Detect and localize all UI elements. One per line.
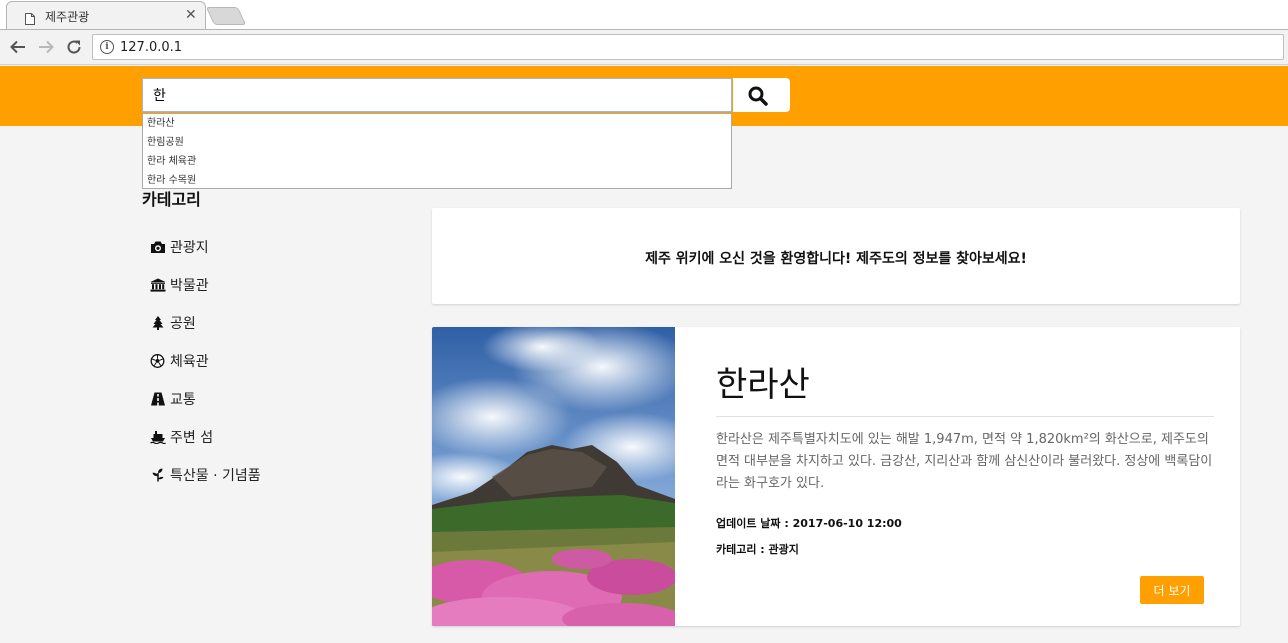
reload-icon[interactable]	[65, 38, 83, 56]
sidebar-item-label: 공원	[170, 316, 196, 332]
updated-date: 업데이트 날짜 : 2017-06-10 12:00	[716, 517, 902, 530]
sidebar-item-label: 주변 섬	[170, 430, 214, 446]
back-arrow-icon[interactable]	[9, 38, 27, 56]
info-icon[interactable]: i	[100, 40, 114, 54]
more-button[interactable]: 더 보기	[1140, 576, 1204, 604]
feature-card: 한라산 한라산은 제주특별자치도에 있는 해발 1,947m, 면적 약 1,8…	[432, 327, 1240, 626]
feature-title: 한라산	[716, 365, 810, 405]
sidebar-item-parks[interactable]: 공원	[150, 313, 196, 333]
plant-icon	[150, 468, 166, 482]
camera-icon	[150, 240, 166, 254]
close-icon[interactable]: ✕	[185, 7, 197, 23]
road-icon	[150, 392, 166, 406]
sidebar-item-museums[interactable]: 박물관	[150, 275, 209, 295]
autocomplete-item[interactable]: 한라산	[143, 114, 731, 133]
museum-icon	[150, 278, 166, 292]
category-label: 카테고리 : 관광지	[716, 543, 799, 556]
tab-title: 제주관광	[45, 10, 90, 24]
url-text: 127.0.0.1	[120, 40, 183, 55]
ship-icon	[150, 430, 166, 444]
browser-tab[interactable]: 제주관광 ✕	[6, 1, 206, 30]
welcome-card: 제주 위키에 오신 것을 환영합니다! 제주도의 정보를 찾아보세요!	[432, 208, 1240, 304]
divider	[716, 416, 1214, 417]
sidebar-item-transport[interactable]: 교통	[150, 389, 196, 409]
search-icon	[748, 86, 768, 106]
sidebar-item-label: 박물관	[170, 278, 209, 294]
document-icon	[25, 10, 35, 25]
autocomplete-item[interactable]: 한림공원	[143, 133, 731, 152]
sidebar-item-nearby-islands[interactable]: 주변 섬	[150, 427, 213, 447]
autocomplete-item[interactable]: 한라 수목원	[143, 171, 731, 190]
sidebar-item-label: 교통	[170, 392, 196, 408]
forward-arrow-icon[interactable]	[37, 38, 55, 56]
address-bar[interactable]: i 127.0.0.1	[92, 34, 1284, 60]
browser-toolbar: i 127.0.0.1	[0, 30, 1288, 65]
sidebar-item-label: 체육관	[170, 354, 209, 370]
feature-description: 한라산은 제주특별자치도에 있는 해발 1,947m, 면적 약 1,820km…	[716, 432, 1213, 491]
tree-icon	[150, 316, 166, 330]
sidebar-item-specialties-souvenirs[interactable]: 특산물 · 기념품	[150, 465, 261, 485]
sidebar-item-tourist-spots[interactable]: 관광지	[150, 237, 209, 257]
sidebar-item-label: 관광지	[170, 240, 209, 256]
welcome-message: 제주 위키에 오신 것을 환영합니다! 제주도의 정보를 찾아보세요!	[645, 251, 1027, 267]
browser-tab-strip: 제주관광 ✕	[0, 0, 1288, 30]
sidebar-item-gyms[interactable]: 체육관	[150, 351, 209, 371]
autocomplete-item[interactable]: 한라 체육관	[143, 152, 731, 171]
new-tab-button[interactable]	[205, 7, 247, 25]
sidebar-item-label: 특산물 · 기념품	[170, 468, 261, 484]
soccer-ball-icon	[150, 354, 166, 368]
search-button[interactable]	[733, 78, 790, 112]
search-input[interactable]	[142, 78, 732, 112]
hallasan-photo	[432, 327, 675, 626]
autocomplete-list: 한라산 한림공원 한라 체육관 한라 수목원	[142, 113, 732, 189]
